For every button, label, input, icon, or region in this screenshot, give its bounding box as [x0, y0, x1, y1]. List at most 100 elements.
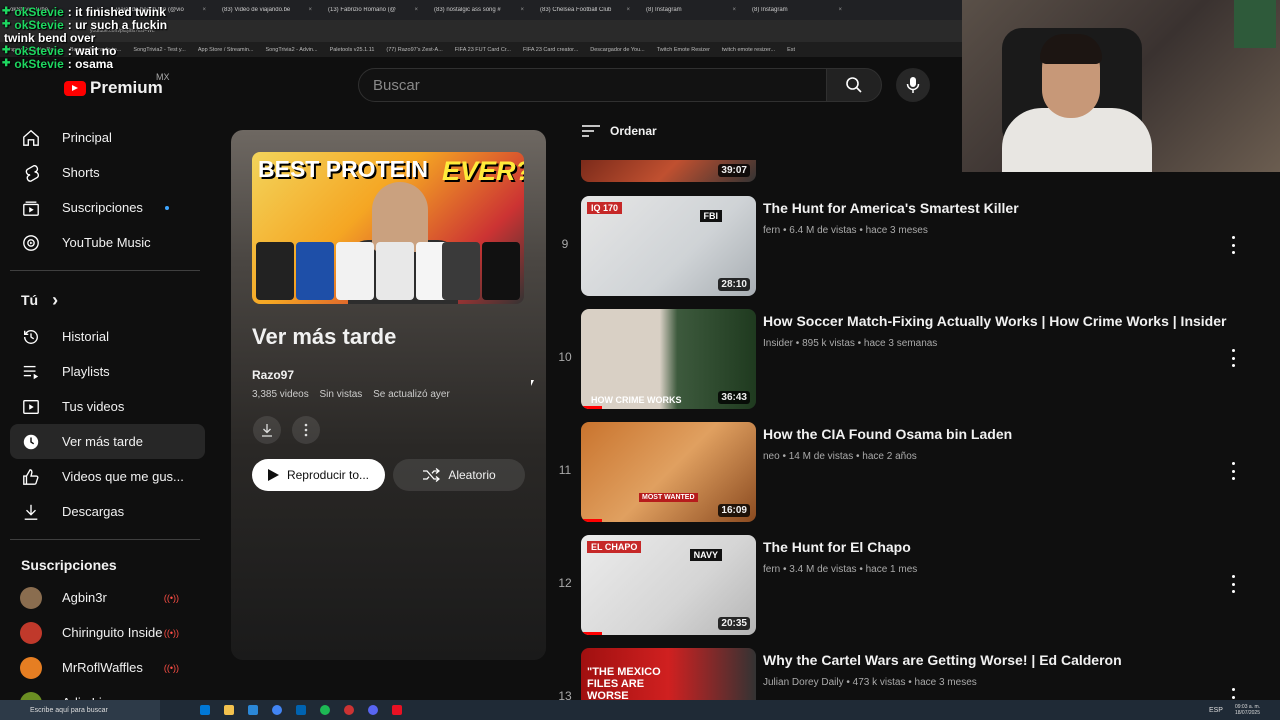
video-thumbnail[interactable]: 39:07: [581, 160, 756, 182]
video-thumbnail[interactable]: IQ 170 FBI 28:10: [581, 196, 756, 296]
live-icon: ((•)): [163, 662, 179, 673]
video-row[interactable]: 11 MOST WANTED 16:09 How the CIA Found Osam…: [550, 422, 1250, 526]
video-meta: fern • 3.4 M de vistas • hace 1 mes: [763, 564, 918, 575]
video-title[interactable]: Why the Cartel Wars are Getting Worse! |…: [763, 652, 1122, 668]
chat-message: ✚ okStevie: wait no: [2, 45, 167, 57]
video-row[interactable]: 13 "THE MEXICO FILES ARE WORSE Why the Car…: [550, 648, 1250, 700]
browser-tab[interactable]: (13) Fabrizio Romano (@ ×: [318, 7, 424, 13]
voice-search-button[interactable]: [896, 68, 930, 102]
watch-later-icon: [22, 433, 40, 451]
search-input[interactable]: Buscar: [358, 68, 827, 102]
progress-bar: [581, 406, 602, 409]
subscription-item[interactable]: MrRoflWaffles ((•)): [10, 650, 205, 685]
playlist-owner[interactable]: Razo97: [252, 368, 294, 382]
video-row[interactable]: 10 HOW CRIME WORKS 36:43 How Soccer Match-F…: [550, 309, 1250, 413]
close-icon[interactable]: ×: [202, 7, 206, 13]
close-icon[interactable]: ×: [308, 7, 312, 13]
search-button[interactable]: [826, 68, 882, 102]
download-playlist-button[interactable]: [253, 416, 281, 444]
chat-username: okStevie: [14, 44, 64, 58]
sidebar-item-label: Historial: [62, 329, 109, 344]
sidebar-item-label: YouTube Music: [62, 235, 151, 250]
bookmark-item[interactable]: App Store / Streamin...: [198, 47, 254, 53]
chrome-icon[interactable]: [272, 705, 282, 715]
bookmark-item[interactable]: FIFA 23 FUT Card Cr...: [455, 47, 511, 53]
bookmark-item[interactable]: twitch emote resizer...: [722, 47, 775, 53]
sidebar-item-descargas[interactable]: Descargas: [10, 494, 205, 529]
video-thumbnail[interactable]: MOST WANTED 16:09: [581, 422, 756, 522]
language-indicator[interactable]: ESP: [1209, 707, 1223, 714]
bookmark-item[interactable]: FIFA 23 Card creator...: [523, 47, 578, 53]
spotify-icon[interactable]: [320, 705, 330, 715]
sidebar-item-ver-m-s-tarde[interactable]: Ver más tarde: [10, 424, 205, 459]
close-icon[interactable]: ×: [838, 7, 842, 13]
video-thumbnail[interactable]: HOW CRIME WORKS 36:43: [581, 309, 756, 409]
sidebar-item-videos-que-me-gus[interactable]: Videos que me gus...: [10, 459, 205, 494]
more-vert-icon[interactable]: [1230, 688, 1236, 700]
close-icon[interactable]: ×: [520, 7, 524, 13]
file-explorer-icon[interactable]: [224, 705, 234, 715]
video-title[interactable]: The Hunt for El Chapo: [763, 539, 911, 555]
bookmark-item[interactable]: Paletools v25.1.11: [330, 47, 375, 53]
discord-icon[interactable]: [368, 705, 378, 715]
sidebar-item-label: Playlists: [62, 364, 110, 379]
app-icon[interactable]: [344, 705, 354, 715]
close-icon[interactable]: ×: [732, 7, 736, 13]
browser-tab[interactable]: (8) Instagram ×: [636, 7, 742, 13]
shuffle-label: Aleatorio: [448, 468, 496, 482]
close-icon[interactable]: ×: [414, 7, 418, 13]
sidebar-item-suscripciones[interactable]: Suscripciones: [10, 190, 205, 225]
sidebar-item-principal[interactable]: Principal: [10, 120, 205, 155]
playlist-thumbnail[interactable]: BEST PROTEIN EVER?: [252, 152, 524, 304]
video-duration: 28:10: [718, 278, 750, 291]
sidebar-item-playlists[interactable]: Playlists: [10, 354, 205, 389]
browser-tab[interactable]: (83) nostalgic ass song # ×: [424, 7, 530, 13]
music-icon: [22, 234, 40, 252]
subscription-item[interactable]: Chiringuito Inside ((•)): [10, 615, 205, 650]
sort-button[interactable]: Ordenar: [582, 124, 657, 138]
more-vert-icon[interactable]: [1230, 349, 1236, 367]
sidebar-item-tus-videos[interactable]: Tus videos: [10, 389, 205, 424]
clock-date: 18/07/2025: [1234, 710, 1260, 716]
sidebar-you-header[interactable]: Tú ›: [10, 281, 205, 319]
taskbar-search[interactable]: Escribe aquí para buscar: [0, 700, 160, 720]
obs-icon[interactable]: [392, 705, 402, 715]
bookmark-item[interactable]: SongTrivia2 - Advin...: [265, 47, 317, 53]
video-row[interactable]: 12 EL CHAPO NAVY 20:35 The Hunt for El Chapo…: [550, 535, 1250, 639]
edge-icon[interactable]: [200, 705, 210, 715]
video-title[interactable]: How Soccer Match-Fixing Actually Works |…: [763, 313, 1226, 329]
video-duration: 16:09: [718, 504, 750, 517]
play-all-button[interactable]: Reproducir to...: [252, 459, 385, 491]
bookmark-item[interactable]: Est: [787, 47, 795, 53]
more-vert-icon[interactable]: [1230, 575, 1236, 593]
store-icon[interactable]: [296, 705, 306, 715]
thumbnail-text: BEST PROTEIN: [258, 156, 428, 182]
more-vert-icon[interactable]: [1230, 236, 1236, 254]
sidebar-item-historial[interactable]: Historial: [10, 319, 205, 354]
shuffle-button[interactable]: Aleatorio: [393, 459, 525, 491]
bookmark-item[interactable]: Twitch Emote Resizer: [657, 47, 710, 53]
sidebar-item-youtube-music[interactable]: YouTube Music: [10, 225, 205, 260]
video-duration: 20:35: [718, 617, 750, 630]
bookmark-item[interactable]: (77) Razo97's Zest-A...: [386, 47, 442, 53]
video-thumbnail[interactable]: "THE MEXICO FILES ARE WORSE: [581, 648, 756, 700]
browser-tab[interactable]: (83) Chelsea Football Club ×: [530, 7, 636, 13]
browser-tab[interactable]: (8) Instagram ×: [742, 7, 848, 13]
more-vert-icon[interactable]: [1230, 462, 1236, 480]
webcam-overlay: [962, 0, 1280, 172]
video-title[interactable]: How the CIA Found Osama bin Laden: [763, 426, 1012, 442]
download-icon: [22, 503, 40, 521]
sidebar-item-shorts[interactable]: Shorts: [10, 155, 205, 190]
close-icon[interactable]: ×: [626, 7, 630, 13]
video-thumbnail[interactable]: EL CHAPO NAVY 20:35: [581, 535, 756, 635]
video-title[interactable]: The Hunt for America's Smartest Killer: [763, 200, 1019, 216]
subscription-item[interactable]: Agbin3r ((•)): [10, 580, 205, 615]
mail-icon[interactable]: [248, 705, 258, 715]
video-row[interactable]: 9 IQ 170 FBI 28:10 The Hunt for America's Sm…: [550, 196, 1250, 300]
playlist-more-button[interactable]: [292, 416, 320, 444]
browser-tab[interactable]: (83) Video de viajando.be ×: [212, 7, 318, 13]
avatar: [20, 656, 42, 679]
bookmark-item[interactable]: Descargador de You...: [590, 47, 644, 53]
youtube-premium-logo[interactable]: Premium MX: [64, 72, 170, 98]
clock[interactable]: 09:03 a. m. 18/07/2025: [1235, 704, 1260, 716]
